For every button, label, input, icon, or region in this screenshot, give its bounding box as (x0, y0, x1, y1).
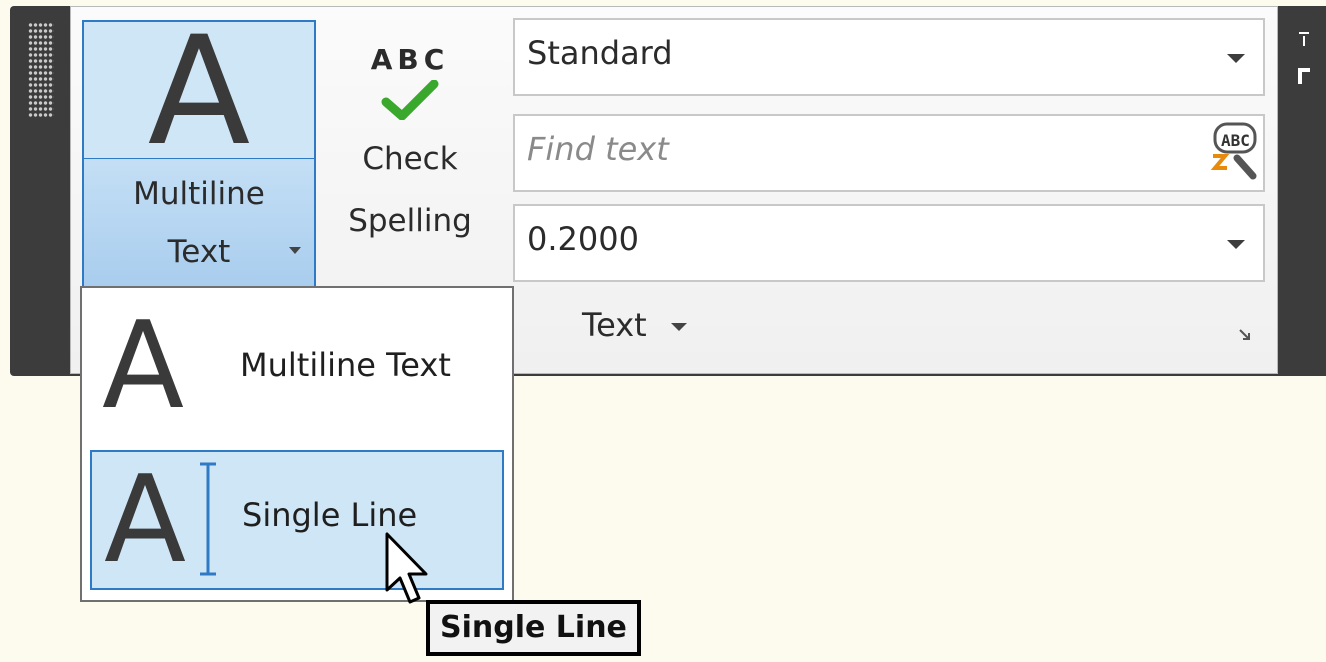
panel-dock-icon[interactable] (1296, 66, 1312, 88)
chevron-down-icon (1227, 54, 1245, 63)
mouse-pointer-icon (385, 532, 428, 604)
chevron-down-icon (1227, 240, 1245, 249)
chevron-down-icon (670, 323, 687, 331)
panel-minimize-icon[interactable] (1296, 30, 1312, 52)
check-spelling-label-line2: Spelling (348, 203, 472, 239)
find-replace-abc-icon[interactable]: ABC (1201, 120, 1259, 186)
multiline-label-line1: Multiline (133, 176, 265, 212)
dialog-launcher-icon[interactable] (1238, 328, 1252, 346)
panel-grip-handle[interactable] (28, 22, 54, 118)
menu-item-multiline-text[interactable]: A Multiline Text (90, 298, 504, 438)
text-style-value: Standard (527, 34, 673, 72)
text-style-select[interactable]: Standard (513, 18, 1265, 96)
panel-side-controls (1296, 30, 1312, 102)
multiline-text-icon: A (102, 297, 185, 436)
text-panel-title-label: Text (582, 306, 647, 344)
check-spelling-icon-text: ABC (370, 43, 450, 76)
text-height-select[interactable]: 0.2000 (513, 204, 1265, 282)
multiline-text-button[interactable]: A (82, 5, 316, 179)
chevron-down-icon (289, 247, 301, 254)
svg-text:ABC: ABC (1221, 131, 1250, 150)
single-line-text-icon: A (104, 451, 187, 590)
check-spelling-button[interactable]: ABC Check Spelling (330, 40, 490, 290)
checkmark-icon (381, 80, 439, 120)
menu-item-label: Single Line (242, 496, 418, 534)
menu-item-single-line[interactable]: A Single Line (90, 450, 504, 590)
tooltip: Single Line (426, 600, 641, 656)
text-type-dropdown-menu: A Multiline Text A Single Line (80, 286, 514, 602)
find-text-input[interactable]: Find text ABC (513, 114, 1265, 192)
multiline-text-split-dropdown[interactable]: Multiline Text (82, 158, 316, 289)
multiline-label-line2: Text (167, 234, 231, 270)
text-height-value: 0.2000 (527, 220, 639, 258)
find-text-placeholder: Find text (527, 130, 669, 168)
text-cursor-icon (200, 462, 216, 576)
text-panel-title[interactable]: Text (582, 306, 687, 344)
multiline-text-icon: A (147, 5, 251, 179)
menu-item-label: Multiline Text (240, 346, 451, 384)
check-spelling-label-line1: Check (362, 141, 458, 177)
